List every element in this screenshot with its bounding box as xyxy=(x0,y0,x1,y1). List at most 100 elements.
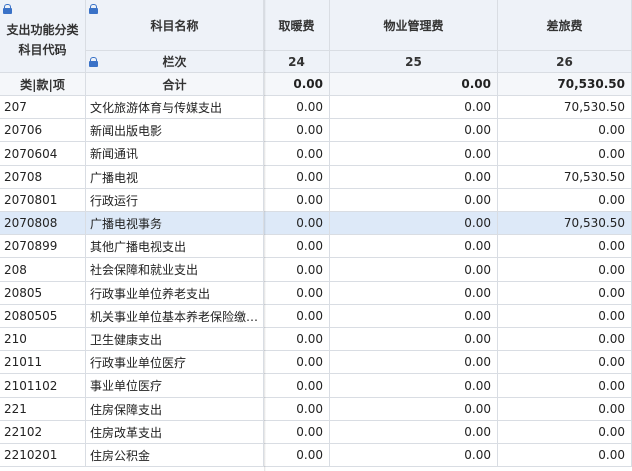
cell-code[interactable]: 2080505 xyxy=(0,305,86,328)
index-b: 25 xyxy=(330,51,498,73)
cell-b[interactable]: 0.00 xyxy=(330,282,498,305)
cell-code[interactable]: 2210201 xyxy=(0,444,86,467)
cell-c-text: 0.00 xyxy=(598,332,625,346)
cell-a[interactable]: 0.00 xyxy=(264,235,330,258)
cell-c[interactable]: 70,530.50 xyxy=(498,166,632,189)
cell-code[interactable]: 2070801 xyxy=(0,189,86,212)
cell-c[interactable]: 0.00 xyxy=(498,282,632,305)
header-col-a[interactable]: 取暖费 xyxy=(264,0,330,51)
cell-b[interactable]: 0.00 xyxy=(330,96,498,119)
index-b-value: 25 xyxy=(405,54,422,69)
cell-c[interactable]: 0.00 xyxy=(498,305,632,328)
cell-b[interactable]: 0.00 xyxy=(330,374,498,398)
index-a-value: 24 xyxy=(288,54,305,69)
cell-c[interactable]: 0.00 xyxy=(498,421,632,444)
cell-code[interactable]: 207 xyxy=(0,96,86,119)
cell-a[interactable]: 0.00 xyxy=(264,374,330,398)
cell-b-text: 0.00 xyxy=(464,448,491,462)
cell-c-text: 0.00 xyxy=(598,355,625,369)
cell-b[interactable]: 0.00 xyxy=(330,235,498,258)
cell-a-text: 0.00 xyxy=(296,262,323,277)
cell-c[interactable]: 0.00 xyxy=(498,374,632,398)
cell-code[interactable]: 20706 xyxy=(0,119,86,142)
cell-name[interactable]: 卫生健康支出 xyxy=(86,328,264,351)
cell-c[interactable]: 0.00 xyxy=(498,235,632,258)
cell-code[interactable]: 22102 xyxy=(0,421,86,444)
cell-code[interactable]: 2070604 xyxy=(0,142,86,166)
cell-c[interactable]: 0.00 xyxy=(498,189,632,212)
cell-code[interactable]: 208 xyxy=(0,258,86,282)
cell-a[interactable]: 0.00 xyxy=(264,305,330,328)
cell-a[interactable]: 0.00 xyxy=(264,398,330,421)
cell-a[interactable]: 0.00 xyxy=(264,96,330,119)
cell-name[interactable]: 机关事业单位基本养老保险缴… xyxy=(86,305,264,328)
cell-b[interactable]: 0.00 xyxy=(330,258,498,282)
cell-name[interactable]: 其他广播电视支出 xyxy=(86,235,264,258)
cell-code[interactable]: 2070899 xyxy=(0,235,86,258)
cell-a[interactable]: 0.00 xyxy=(264,351,330,374)
cell-c-text: 0.00 xyxy=(598,193,625,207)
cell-c[interactable]: 70,530.50 xyxy=(498,212,632,235)
cell-c[interactable]: 70,530.50 xyxy=(498,96,632,119)
cell-c[interactable]: 0.00 xyxy=(498,351,632,374)
cell-name[interactable]: 住房公积金 xyxy=(86,444,264,467)
cell-name[interactable]: 事业单位医疗 xyxy=(86,374,264,398)
cell-code[interactable]: 20708 xyxy=(0,166,86,189)
cell-b[interactable]: 0.00 xyxy=(330,142,498,166)
cell-code[interactable]: 2101102 xyxy=(0,374,86,398)
cell-c[interactable]: 0.00 xyxy=(498,119,632,142)
cell-name[interactable]: 行政事业单位养老支出 xyxy=(86,282,264,305)
cell-a[interactable]: 0.00 xyxy=(264,119,330,142)
cell-a[interactable]: 0.00 xyxy=(264,421,330,444)
cell-name[interactable]: 社会保障和就业支出 xyxy=(86,258,264,282)
cell-code[interactable]: 210 xyxy=(0,328,86,351)
code-subheader-label: 类|款|项 xyxy=(20,77,65,92)
header-col-b[interactable]: 物业管理费 xyxy=(330,0,498,51)
cell-b[interactable]: 0.00 xyxy=(330,305,498,328)
cell-c[interactable]: 0.00 xyxy=(498,398,632,421)
budget-grid: 支出功能分类科目代码 科目名称 取暖费 物业管理费 差旅费 栏次 24 25 2… xyxy=(0,0,632,471)
cell-name[interactable]: 行政事业单位医疗 xyxy=(86,351,264,374)
cell-name[interactable]: 文化旅游体育与传媒支出 xyxy=(86,96,264,119)
cell-a[interactable]: 0.00 xyxy=(264,212,330,235)
cell-name[interactable]: 新闻出版电影 xyxy=(86,119,264,142)
cell-code[interactable]: 221 xyxy=(0,398,86,421)
cell-c-text: 0.00 xyxy=(598,425,625,439)
cell-a[interactable]: 0.00 xyxy=(264,142,330,166)
cell-b[interactable]: 0.00 xyxy=(330,212,498,235)
cell-c[interactable]: 0.00 xyxy=(498,444,632,467)
cell-a[interactable]: 0.00 xyxy=(264,258,330,282)
cell-name[interactable]: 行政运行 xyxy=(86,189,264,212)
cell-b[interactable]: 0.00 xyxy=(330,398,498,421)
cell-name[interactable]: 新闻通讯 xyxy=(86,142,264,166)
cell-c-text: 0.00 xyxy=(598,146,625,161)
cell-b[interactable]: 0.00 xyxy=(330,351,498,374)
cell-b[interactable]: 0.00 xyxy=(330,328,498,351)
cell-code[interactable]: 21011 xyxy=(0,351,86,374)
header-col-c[interactable]: 差旅费 xyxy=(498,0,632,51)
cell-c[interactable]: 0.00 xyxy=(498,328,632,351)
cell-code-text: 2080505 xyxy=(4,309,58,323)
cell-b-text: 0.00 xyxy=(464,378,491,393)
cell-c[interactable]: 0.00 xyxy=(498,258,632,282)
cell-a[interactable]: 0.00 xyxy=(264,166,330,189)
cell-b[interactable]: 0.00 xyxy=(330,444,498,467)
cell-a[interactable]: 0.00 xyxy=(264,282,330,305)
cell-b[interactable]: 0.00 xyxy=(330,166,498,189)
cell-b[interactable]: 0.00 xyxy=(330,421,498,444)
cell-a[interactable]: 0.00 xyxy=(264,189,330,212)
cell-name[interactable]: 住房改革支出 xyxy=(86,421,264,444)
cell-name[interactable]: 广播电视事务 xyxy=(86,212,264,235)
cell-b[interactable]: 0.00 xyxy=(330,189,498,212)
cell-b[interactable]: 0.00 xyxy=(330,119,498,142)
cell-c[interactable]: 0.00 xyxy=(498,142,632,166)
header-code[interactable]: 支出功能分类科目代码 xyxy=(0,0,86,73)
cell-c-text: 70,530.50 xyxy=(563,170,625,184)
cell-name[interactable]: 广播电视 xyxy=(86,166,264,189)
cell-code[interactable]: 2070808 xyxy=(0,212,86,235)
cell-a[interactable]: 0.00 xyxy=(264,328,330,351)
cell-a[interactable]: 0.00 xyxy=(264,444,330,467)
cell-name[interactable]: 住房保障支出 xyxy=(86,398,264,421)
header-name[interactable]: 科目名称 xyxy=(86,0,264,51)
cell-code[interactable]: 20805 xyxy=(0,282,86,305)
